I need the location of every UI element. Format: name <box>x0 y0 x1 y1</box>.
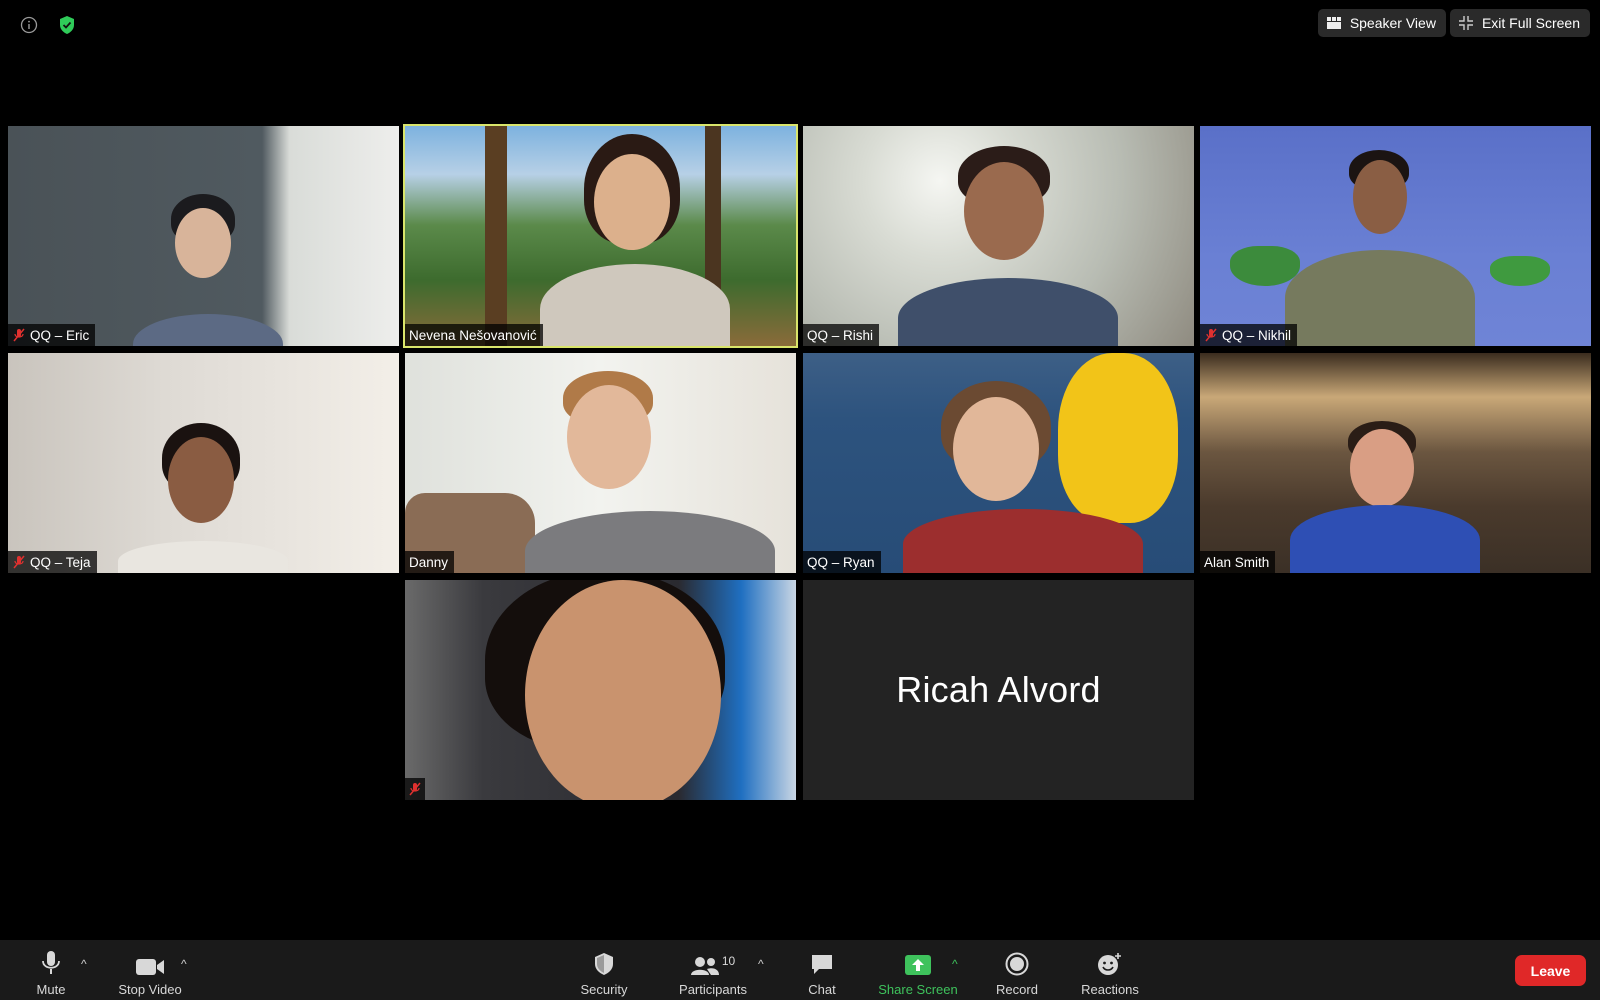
grid-view-icon <box>1326 17 1341 29</box>
exit-full-screen-label: Exit Full Screen <box>1481 15 1580 31</box>
meeting-toolbar: Mute ^ Stop Video ^ Security 10 Particip… <box>0 940 1600 1000</box>
stop-video-button[interactable]: Stop Video <box>112 940 188 1000</box>
security-button[interactable]: Security <box>575 940 633 1000</box>
participant-count: 10 <box>721 954 736 968</box>
mute-label: Mute <box>36 982 66 997</box>
video-tile[interactable]: Alan Smith <box>1200 353 1591 573</box>
speaker-view-label: Speaker View <box>1349 15 1436 31</box>
share-screen-label: Share Screen <box>878 982 958 997</box>
exit-full-screen-icon <box>1458 16 1473 30</box>
participant-name-tag: Danny <box>405 551 455 573</box>
participant-name: QQ – Ryan <box>807 554 875 570</box>
participant-name: Nevena Nešovanović <box>409 327 537 343</box>
leave-button[interactable]: Leave <box>1515 955 1586 986</box>
video-tile-active-speaker[interactable]: Nevena Nešovanović <box>403 124 798 348</box>
stop-video-label: Stop Video <box>118 982 182 997</box>
security-shield-icon <box>595 953 613 975</box>
rubber-duck-decor <box>1058 353 1178 523</box>
participant-name-tag: QQ – Ryan <box>803 551 881 573</box>
participant-name-tag: Alan Smith <box>1200 551 1276 573</box>
video-tile[interactable]: QQ – Teja <box>8 353 399 573</box>
reactions-button[interactable]: Reactions <box>1077 940 1143 1000</box>
floating-island-decor <box>1490 256 1550 286</box>
muted-mic-icon <box>408 782 422 796</box>
video-camera-icon <box>136 959 164 975</box>
participant-name-tag <box>405 778 425 800</box>
participant-name: QQ – Nikhil <box>1222 327 1292 343</box>
reactions-label: Reactions <box>1081 982 1139 997</box>
video-options-chevron-icon[interactable]: ^ <box>181 957 187 971</box>
participant-name: Danny <box>409 554 449 570</box>
chat-button[interactable]: Chat <box>800 940 844 1000</box>
participants-icon <box>690 957 719 975</box>
exit-full-screen-button[interactable]: Exit Full Screen <box>1449 9 1590 37</box>
audio-options-chevron-icon[interactable]: ^ <box>81 957 87 971</box>
record-button[interactable]: Record <box>991 940 1043 1000</box>
security-label: Security <box>580 982 628 997</box>
participant-name: QQ – Eric <box>30 327 90 343</box>
participant-name: QQ – Teja <box>30 554 91 570</box>
top-left-controls <box>16 12 80 38</box>
top-right-controls: Speaker View Exit Full Screen <box>1317 9 1590 37</box>
encryption-shield-icon[interactable] <box>54 12 80 38</box>
share-options-chevron-icon[interactable]: ^ <box>952 957 958 971</box>
microphone-icon <box>42 951 60 974</box>
video-tile[interactable]: QQ – Nikhil <box>1200 126 1591 346</box>
participant-name: QQ – Rishi <box>807 327 874 343</box>
record-label: Record <box>996 982 1038 997</box>
video-tile[interactable]: Danny <box>405 353 796 573</box>
muted-mic-icon <box>12 555 26 569</box>
video-tile-video-off[interactable]: Ricah Alvord <box>803 580 1194 800</box>
video-tile[interactable]: QQ – Ryan <box>803 353 1194 573</box>
participant-name-tag: QQ – Eric <box>8 324 96 346</box>
tree-trunk-decor <box>485 126 507 346</box>
mute-button[interactable]: Mute <box>28 940 74 1000</box>
muted-mic-icon <box>1204 328 1218 342</box>
video-tile[interactable] <box>405 580 796 800</box>
participants-label: Participants <box>679 982 747 997</box>
video-tile[interactable]: QQ – Rishi <box>803 126 1194 346</box>
record-icon <box>1005 952 1029 976</box>
participants-button[interactable]: 10 Participants <box>672 940 754 1000</box>
info-icon[interactable] <box>16 12 42 38</box>
speaker-view-button[interactable]: Speaker View <box>1317 9 1446 37</box>
participant-name: Alan Smith <box>1204 554 1270 570</box>
participant-name-tag: QQ – Teja <box>8 551 97 573</box>
share-screen-icon <box>905 955 931 975</box>
chat-label: Chat <box>808 982 836 997</box>
video-tile[interactable]: QQ – Eric <box>8 126 399 346</box>
participant-name-tag: QQ – Nikhil <box>1200 324 1298 346</box>
participant-name-tag: Nevena Nešovanović <box>405 324 543 346</box>
share-screen-button[interactable]: Share Screen <box>875 940 961 1000</box>
reactions-smiley-icon <box>1098 953 1121 975</box>
participants-options-chevron-icon[interactable]: ^ <box>758 957 764 971</box>
floating-island-decor <box>1230 246 1300 286</box>
muted-mic-icon <box>12 328 26 342</box>
chat-bubble-icon <box>812 955 832 974</box>
participant-name-tag: QQ – Rishi <box>803 324 880 346</box>
participant-name-large: Ricah Alvord <box>896 669 1101 710</box>
